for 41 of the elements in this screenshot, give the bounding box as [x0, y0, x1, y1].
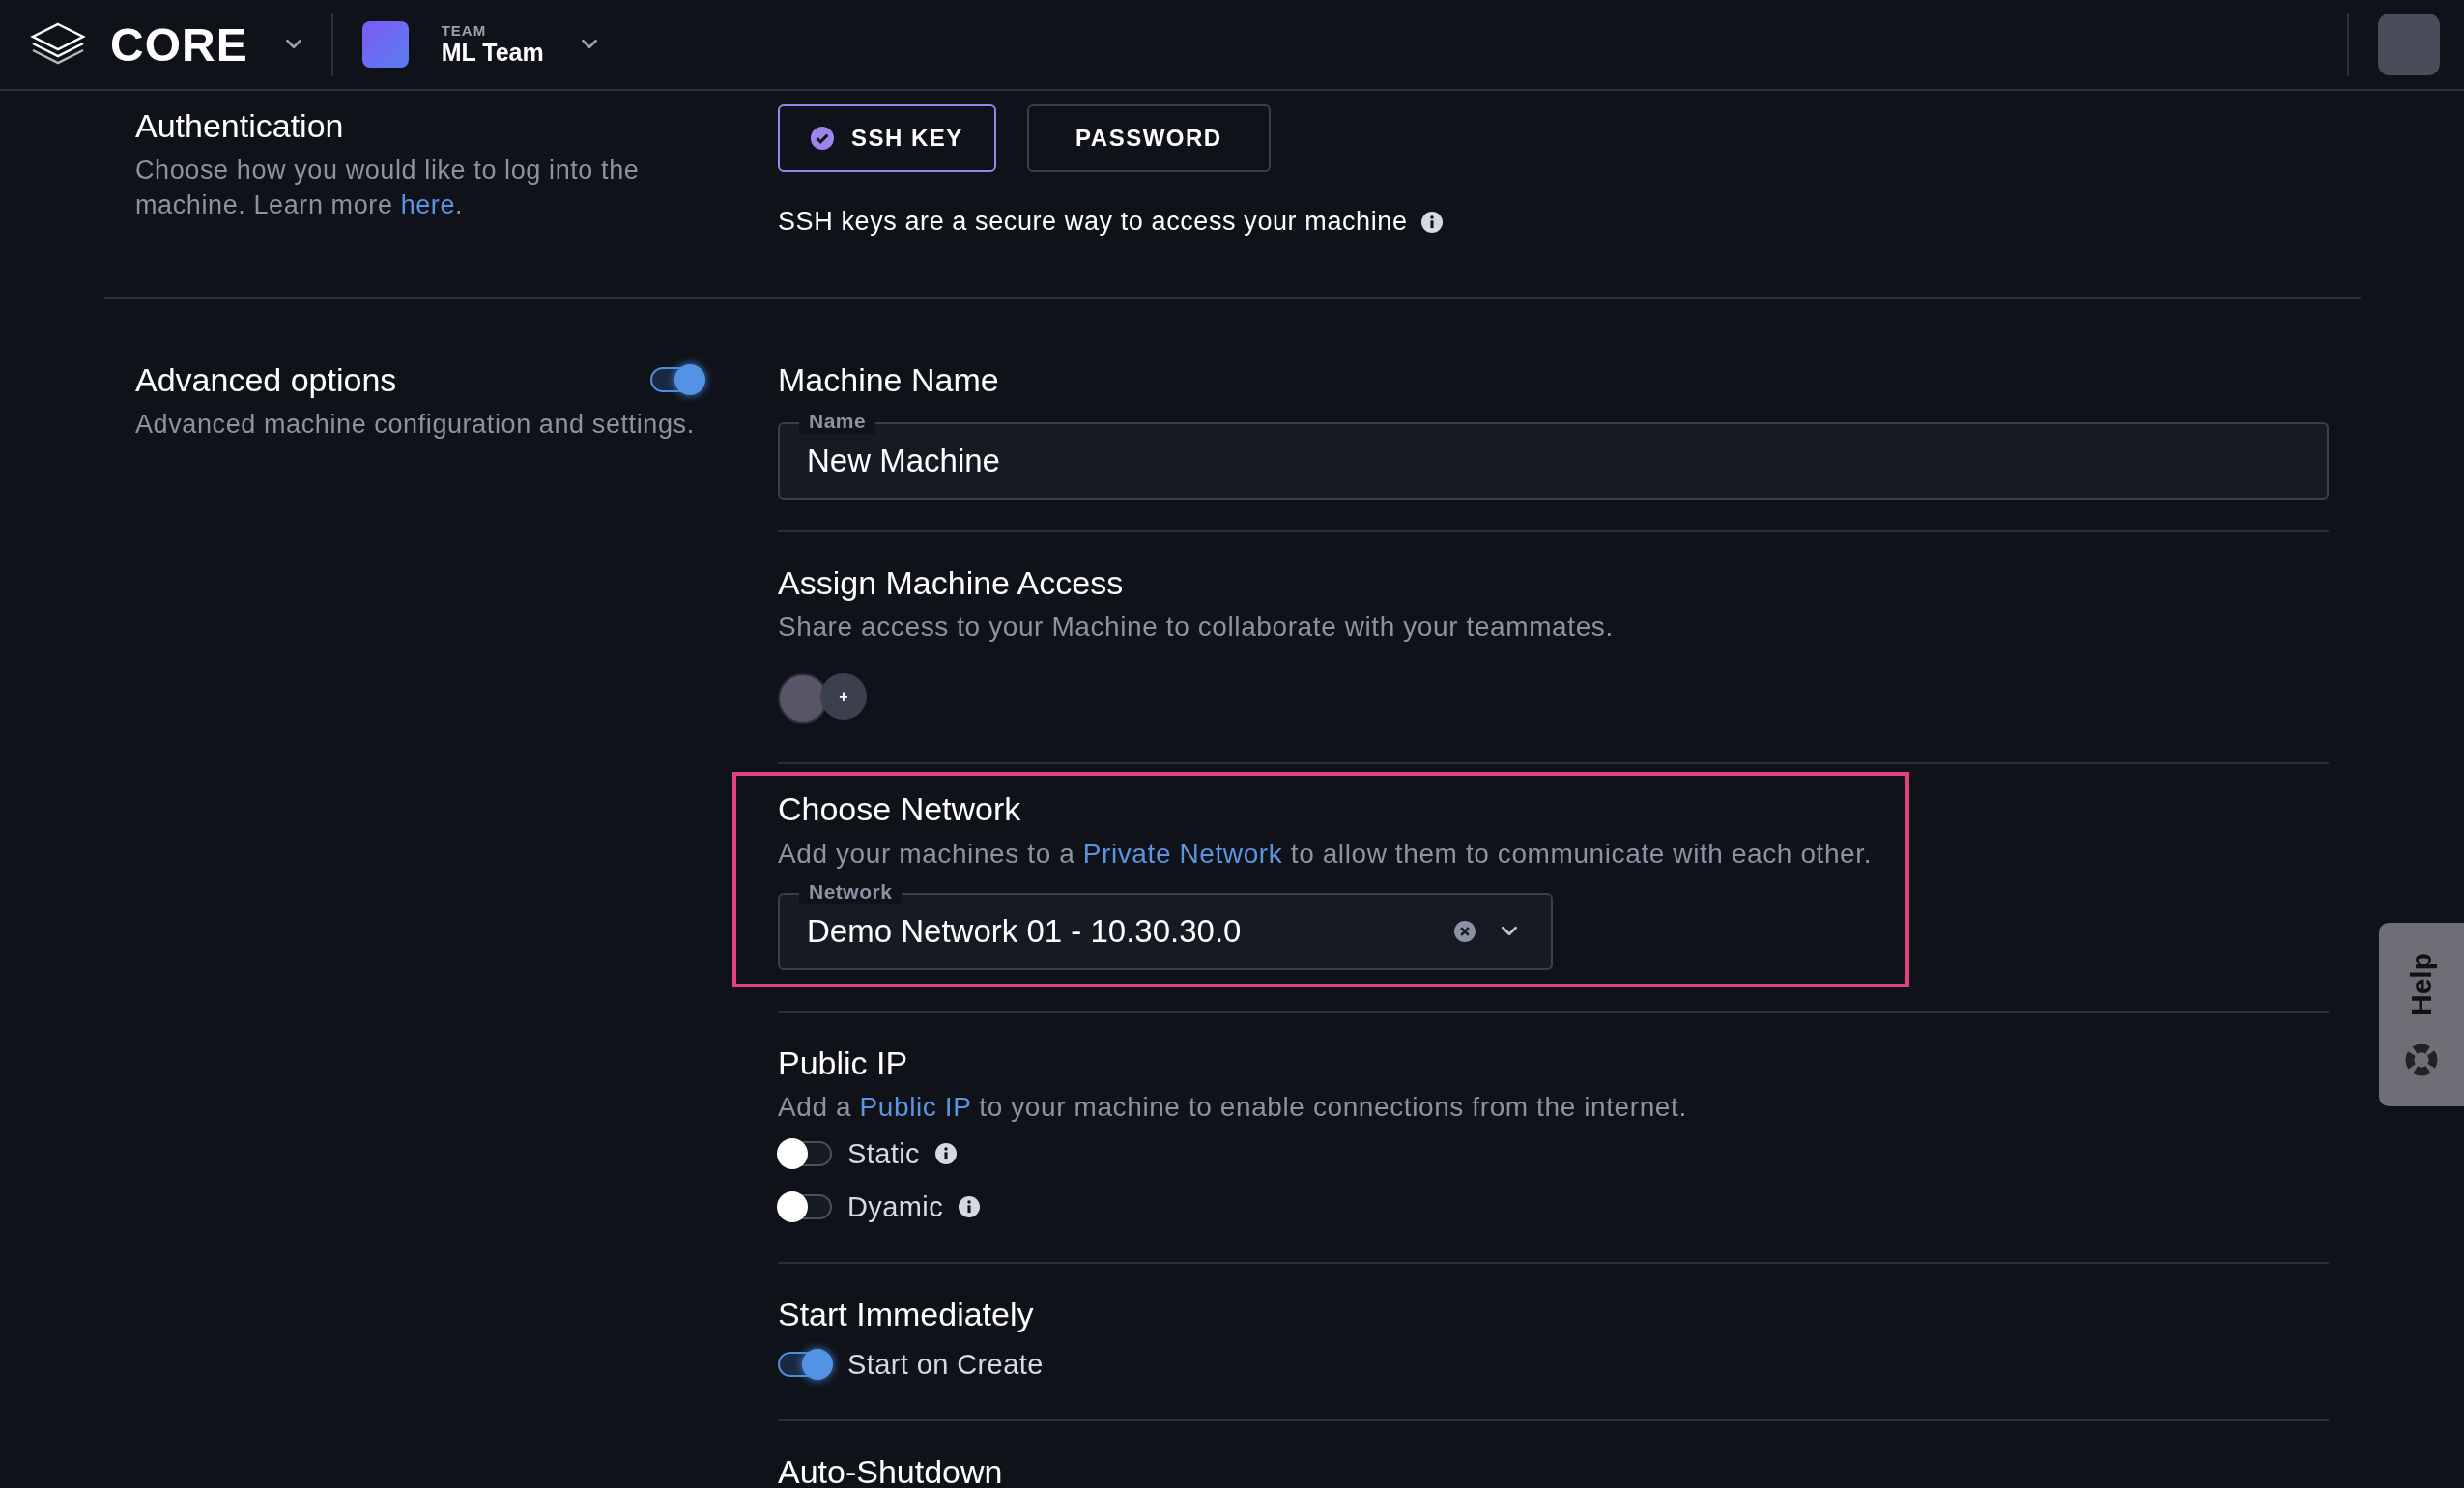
lifebuoy-icon — [2405, 1043, 2438, 1076]
toggle-label: Start on Create — [847, 1348, 1044, 1381]
caret-icon[interactable] — [580, 39, 598, 49]
app-logo-text[interactable]: CORE — [110, 17, 248, 72]
help-link[interactable]: Public IP — [859, 1091, 971, 1122]
name-field[interactable]: Name New Machine — [778, 409, 2329, 501]
info-icon — [1420, 211, 1443, 233]
toggle-label: Static — [847, 1137, 920, 1170]
toggle-switch[interactable] — [778, 1141, 832, 1167]
check-circle-icon — [811, 127, 834, 150]
learn-more-link[interactable]: here — [400, 190, 456, 220]
toggle-switch[interactable] — [650, 367, 704, 393]
toggle-switch[interactable] — [778, 1194, 832, 1220]
caret-icon[interactable] — [284, 39, 302, 49]
section-title: Machine Name — [778, 360, 1000, 400]
section-title: Choose Network — [778, 789, 1022, 830]
auth-option-button[interactable]: PASSWORD — [1026, 104, 1271, 172]
section-title: Auto-Shutdown — [778, 1451, 1004, 1488]
auth-hint: SSH keys are a secure way to access your machine — [778, 207, 1408, 237]
network-select[interactable]: Network Demo Network 01 - 10.30.30.0 — [778, 878, 1553, 970]
toggle-label: Dyamic — [847, 1190, 944, 1223]
section-description: Add a Public IP to your machine to enable connections from the internet. — [778, 1090, 1688, 1124]
team-avatar — [361, 21, 409, 68]
toggle-switch[interactable] — [778, 1352, 832, 1378]
help-tab[interactable]: Help — [2379, 923, 2464, 1106]
team-name[interactable]: ML Team — [441, 39, 544, 67]
team-label: TEAM — [441, 22, 488, 39]
section-description: Advanced machine configuration and settings. — [135, 409, 696, 442]
section-description: Add your machines to a Private Network to allow them to communicate with each other. — [778, 837, 1874, 871]
section-description: Choose how you would like to log into the machine. Learn more here. — [135, 155, 641, 222]
section-title: Public IP — [778, 1043, 909, 1083]
section-title: Authentication — [135, 106, 345, 146]
section-title: Assign Machine Access — [778, 563, 1125, 604]
section-description: Share access to your Machine to collaborate with your teammates. — [778, 611, 1615, 644]
help-link[interactable]: Private Network — [1082, 838, 1283, 869]
section-title: Start Immediately — [778, 1294, 1035, 1334]
section-title: Advanced options — [135, 360, 397, 400]
clear-icon[interactable] — [1454, 920, 1476, 942]
chevron-down-icon[interactable] — [1501, 926, 1518, 937]
add-member-button[interactable]: + — [820, 673, 867, 721]
auth-option-button[interactable]: SSH KEY — [778, 104, 996, 172]
